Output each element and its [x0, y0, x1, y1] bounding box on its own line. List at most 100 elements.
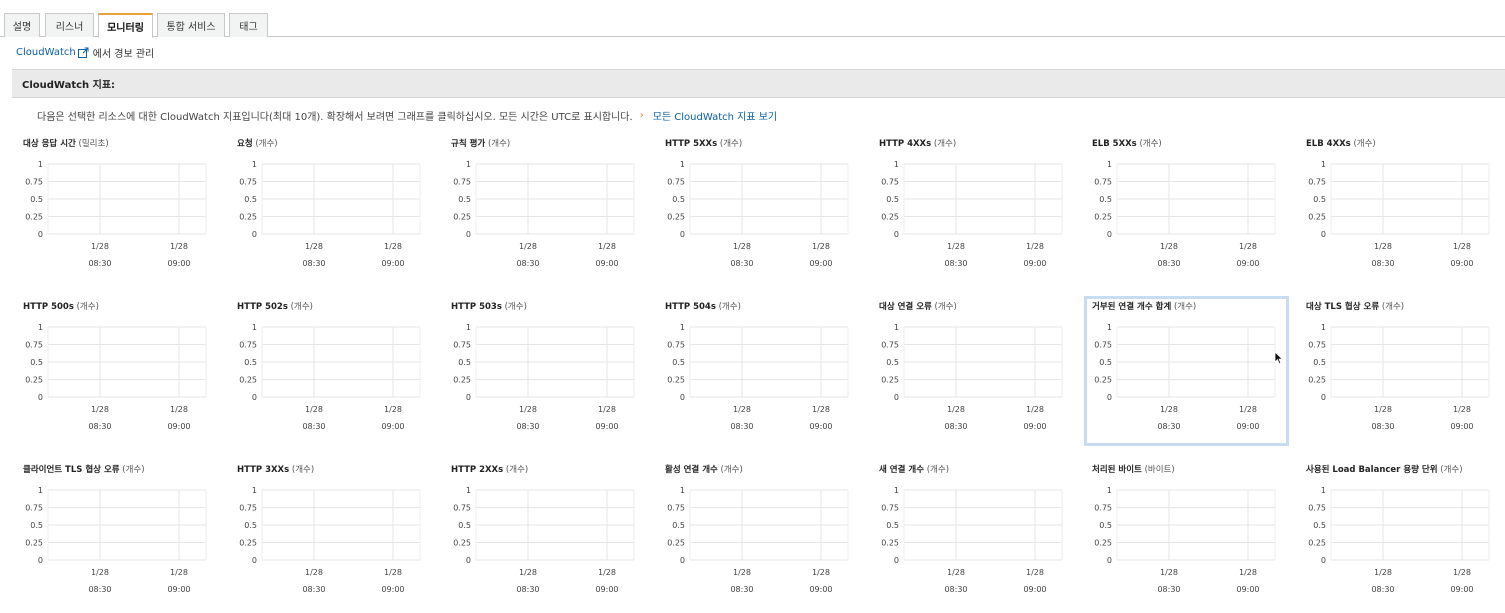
metric-chart[interactable]: ELB 4XXs (개수) 1 0.75 0.5 0.25 0 1/28 08:30 1/28 0… — [1306, 137, 1505, 287]
x-tick-date: 1/28 — [1026, 405, 1044, 414]
view-all-metrics-link[interactable]: 모든 CloudWatch 지표 보기 — [653, 108, 777, 123]
x-tick-time: 08:30 — [516, 422, 539, 431]
metric-title: HTTP 5XXs (개수) — [665, 137, 742, 149]
metric-chart[interactable]: 거부된 연결 개수 합계 (개수) 1 0.75 0.5 0.25 0 1/28 08:30 1… — [1084, 296, 1289, 446]
y-tick-label: 1 — [1107, 323, 1112, 332]
y-tick-label: 0 — [466, 556, 471, 565]
y-tick-label: 0.25 — [1094, 213, 1112, 222]
metric-chart[interactable]: 대상 TLS 협상 오류 (개수) 1 0.75 0.5 0.25 0 1/28 08:30 1… — [1306, 300, 1505, 450]
y-tick-label: 0 — [466, 393, 471, 402]
metric-chart[interactable]: 대상 응답 시간 (밀리초) 1 0.75 0.5 0.25 0 1/28 08:30 1/28… — [23, 137, 223, 287]
y-tick-label: 0.75 — [1094, 341, 1112, 350]
cloudwatch-link[interactable]: CloudWatch — [16, 47, 76, 58]
tab-listeners[interactable]: 리스너 — [45, 13, 94, 37]
x-tick-date: 1/28 — [1374, 568, 1392, 577]
x-tick-time: 08:30 — [1157, 422, 1180, 431]
metric-chart[interactable]: HTTP 503s (개수) 1 0.75 0.5 0.25 0 1/28 08:30 1/28… — [451, 300, 651, 450]
x-tick-time: 09:00 — [595, 259, 618, 268]
y-tick-label: 0.75 — [667, 504, 685, 513]
tab-tags[interactable]: 태그 — [229, 13, 268, 37]
metric-plot: 1 0.75 0.5 0.25 0 1/28 08:30 1/28 09:00 — [667, 323, 849, 431]
x-tick-time: 08:30 — [730, 585, 753, 594]
x-tick-time: 09:00 — [809, 259, 832, 268]
metric-chart[interactable]: 사용된 Load Balancer 용량 단위 (개수) 1 0.75 0.5 0.25… — [1306, 463, 1505, 613]
metric-chart[interactable]: 대상 연결 오류 (개수) 1 0.75 0.5 0.25 0 1/28 08:30 1/28 0… — [879, 300, 1079, 450]
metric-chart[interactable]: HTTP 3XXs (개수) 1 0.75 0.5 0.25 0 1/28 08:30 1/28… — [237, 463, 437, 613]
metric-chart[interactable]: 규칙 평가 (개수) 1 0.75 0.5 0.25 0 1/28 08:30 1/28 09:0… — [451, 137, 651, 287]
metric-unit: (밀리초) — [75, 139, 109, 149]
y-tick-label: 0.75 — [1308, 178, 1326, 187]
metric-chart[interactable]: HTTP 500s (개수) 1 0.75 0.5 0.25 0 1/28 08:30 1/28… — [23, 300, 223, 450]
metric-plot: 1 0.75 0.5 0.25 0 1/28 08:30 1/28 09:00 — [1308, 323, 1490, 431]
y-tick-label: 0.75 — [881, 178, 899, 187]
y-tick-label: 0 — [1321, 556, 1326, 565]
y-tick-label: 1 — [894, 486, 899, 495]
metric-title: ELB 4XXs (개수) — [1306, 137, 1376, 149]
x-tick-date: 1/28 — [812, 405, 830, 414]
y-tick-label: 0.5 — [30, 195, 43, 204]
x-tick-time: 08:30 — [1371, 259, 1394, 268]
tab-monitoring[interactable]: 모니터링 — [98, 13, 153, 38]
y-tick-label: 0.25 — [1308, 376, 1326, 385]
metric-plot: 1 0.75 0.5 0.25 0 1/28 08:30 1/28 09:00 — [667, 160, 849, 268]
y-tick-label: 1 — [466, 160, 471, 169]
metric-title: 클라이언트 TLS 협상 오류 (개수) — [23, 463, 145, 475]
y-tick-label: 0.5 — [1313, 521, 1326, 530]
metric-chart[interactable]: HTTP 504s (개수) 1 0.75 0.5 0.25 0 1/28 08:30 1/28… — [665, 300, 865, 450]
y-tick-label: 0.75 — [239, 341, 257, 350]
x-tick-date: 1/28 — [947, 242, 965, 251]
x-tick-time: 08:30 — [1157, 585, 1180, 594]
x-tick-date: 1/28 — [170, 242, 188, 251]
x-tick-time: 09:00 — [595, 422, 618, 431]
y-tick-label: 0.25 — [25, 213, 43, 222]
x-tick-date: 1/28 — [598, 405, 616, 414]
x-tick-date: 1/28 — [733, 405, 751, 414]
y-tick-label: 0.75 — [1308, 504, 1326, 513]
metric-name: 규칙 평가 — [451, 139, 486, 149]
x-tick-time: 08:30 — [944, 585, 967, 594]
metric-chart[interactable]: 활성 연결 개수 (개수) 1 0.75 0.5 0.25 0 1/28 08:30 1/28 0… — [665, 463, 865, 613]
x-tick-time: 08:30 — [944, 259, 967, 268]
y-tick-label: 0 — [38, 393, 43, 402]
y-tick-label: 1 — [38, 323, 43, 332]
y-tick-label: 0.75 — [667, 341, 685, 350]
y-tick-label: 1 — [252, 486, 257, 495]
y-tick-label: 0.25 — [239, 376, 257, 385]
metric-chart[interactable]: 처리된 바이트 (바이트) 1 0.75 0.5 0.25 0 1/28 08:30 1/28 0… — [1092, 463, 1292, 613]
metric-chart[interactable]: HTTP 4XXs (개수) 1 0.75 0.5 0.25 0 1/28 08:30 1/28… — [879, 137, 1079, 287]
y-tick-label: 0.75 — [453, 504, 471, 513]
x-tick-date: 1/28 — [1239, 405, 1257, 414]
metric-name: 대상 연결 오류 — [879, 302, 932, 312]
metric-name: HTTP 2XXs — [451, 465, 504, 475]
x-tick-date: 1/28 — [91, 405, 109, 414]
metric-chart[interactable]: 새 연결 개수 (개수) 1 0.75 0.5 0.25 0 1/28 08:30 1/28 09… — [879, 463, 1079, 613]
metric-chart[interactable]: 요청 (개수) 1 0.75 0.5 0.25 0 1/28 08:30 1/28 09:00 — [237, 137, 437, 287]
external-link-icon[interactable] — [77, 47, 89, 58]
metric-chart[interactable]: HTTP 502s (개수) 1 0.75 0.5 0.25 0 1/28 08:30 1/28… — [237, 300, 437, 450]
y-tick-label: 0.75 — [25, 341, 43, 350]
metric-plot: 1 0.75 0.5 0.25 0 1/28 08:30 1/28 09:00 — [239, 486, 421, 594]
x-tick-time: 08:30 — [516, 585, 539, 594]
metric-name: 새 연결 개수 — [879, 465, 925, 475]
metric-unit: (개수) — [1136, 139, 1162, 149]
section-title: CloudWatch 지표: — [22, 80, 116, 91]
x-tick-date: 1/28 — [598, 568, 616, 577]
metric-unit: (개수) — [289, 465, 315, 475]
metric-unit: (바이트) — [1141, 465, 1175, 475]
metric-plot: 1 0.75 0.5 0.25 0 1/28 08:30 1/28 09:00 — [453, 486, 635, 594]
metric-name: 거부된 연결 개수 합계 — [1092, 302, 1172, 312]
x-tick-time: 08:30 — [1371, 422, 1394, 431]
y-tick-label: 0.75 — [667, 178, 685, 187]
x-tick-time: 09:00 — [167, 259, 190, 268]
metric-chart[interactable]: HTTP 5XXs (개수) 1 0.75 0.5 0.25 0 1/28 08:30 1/28… — [665, 137, 865, 287]
x-tick-date: 1/28 — [1374, 405, 1392, 414]
metric-chart[interactable]: 클라이언트 TLS 협상 오류 (개수) 1 0.75 0.5 0.25 0 1/28 08:… — [23, 463, 223, 613]
x-tick-time: 08:30 — [302, 259, 325, 268]
metric-chart[interactable]: HTTP 2XXs (개수) 1 0.75 0.5 0.25 0 1/28 08:30 1/28… — [451, 463, 651, 613]
metric-chart[interactable]: ELB 5XXs (개수) 1 0.75 0.5 0.25 0 1/28 08:30 1/28 0… — [1092, 137, 1292, 287]
tab-integrated-services[interactable]: 통합 서비스 — [157, 13, 225, 37]
tab-description[interactable]: 설명 — [4, 13, 40, 37]
y-tick-label: 0.5 — [1313, 358, 1326, 367]
x-tick-date: 1/28 — [1160, 568, 1178, 577]
metric-unit: (개수) — [931, 302, 957, 312]
